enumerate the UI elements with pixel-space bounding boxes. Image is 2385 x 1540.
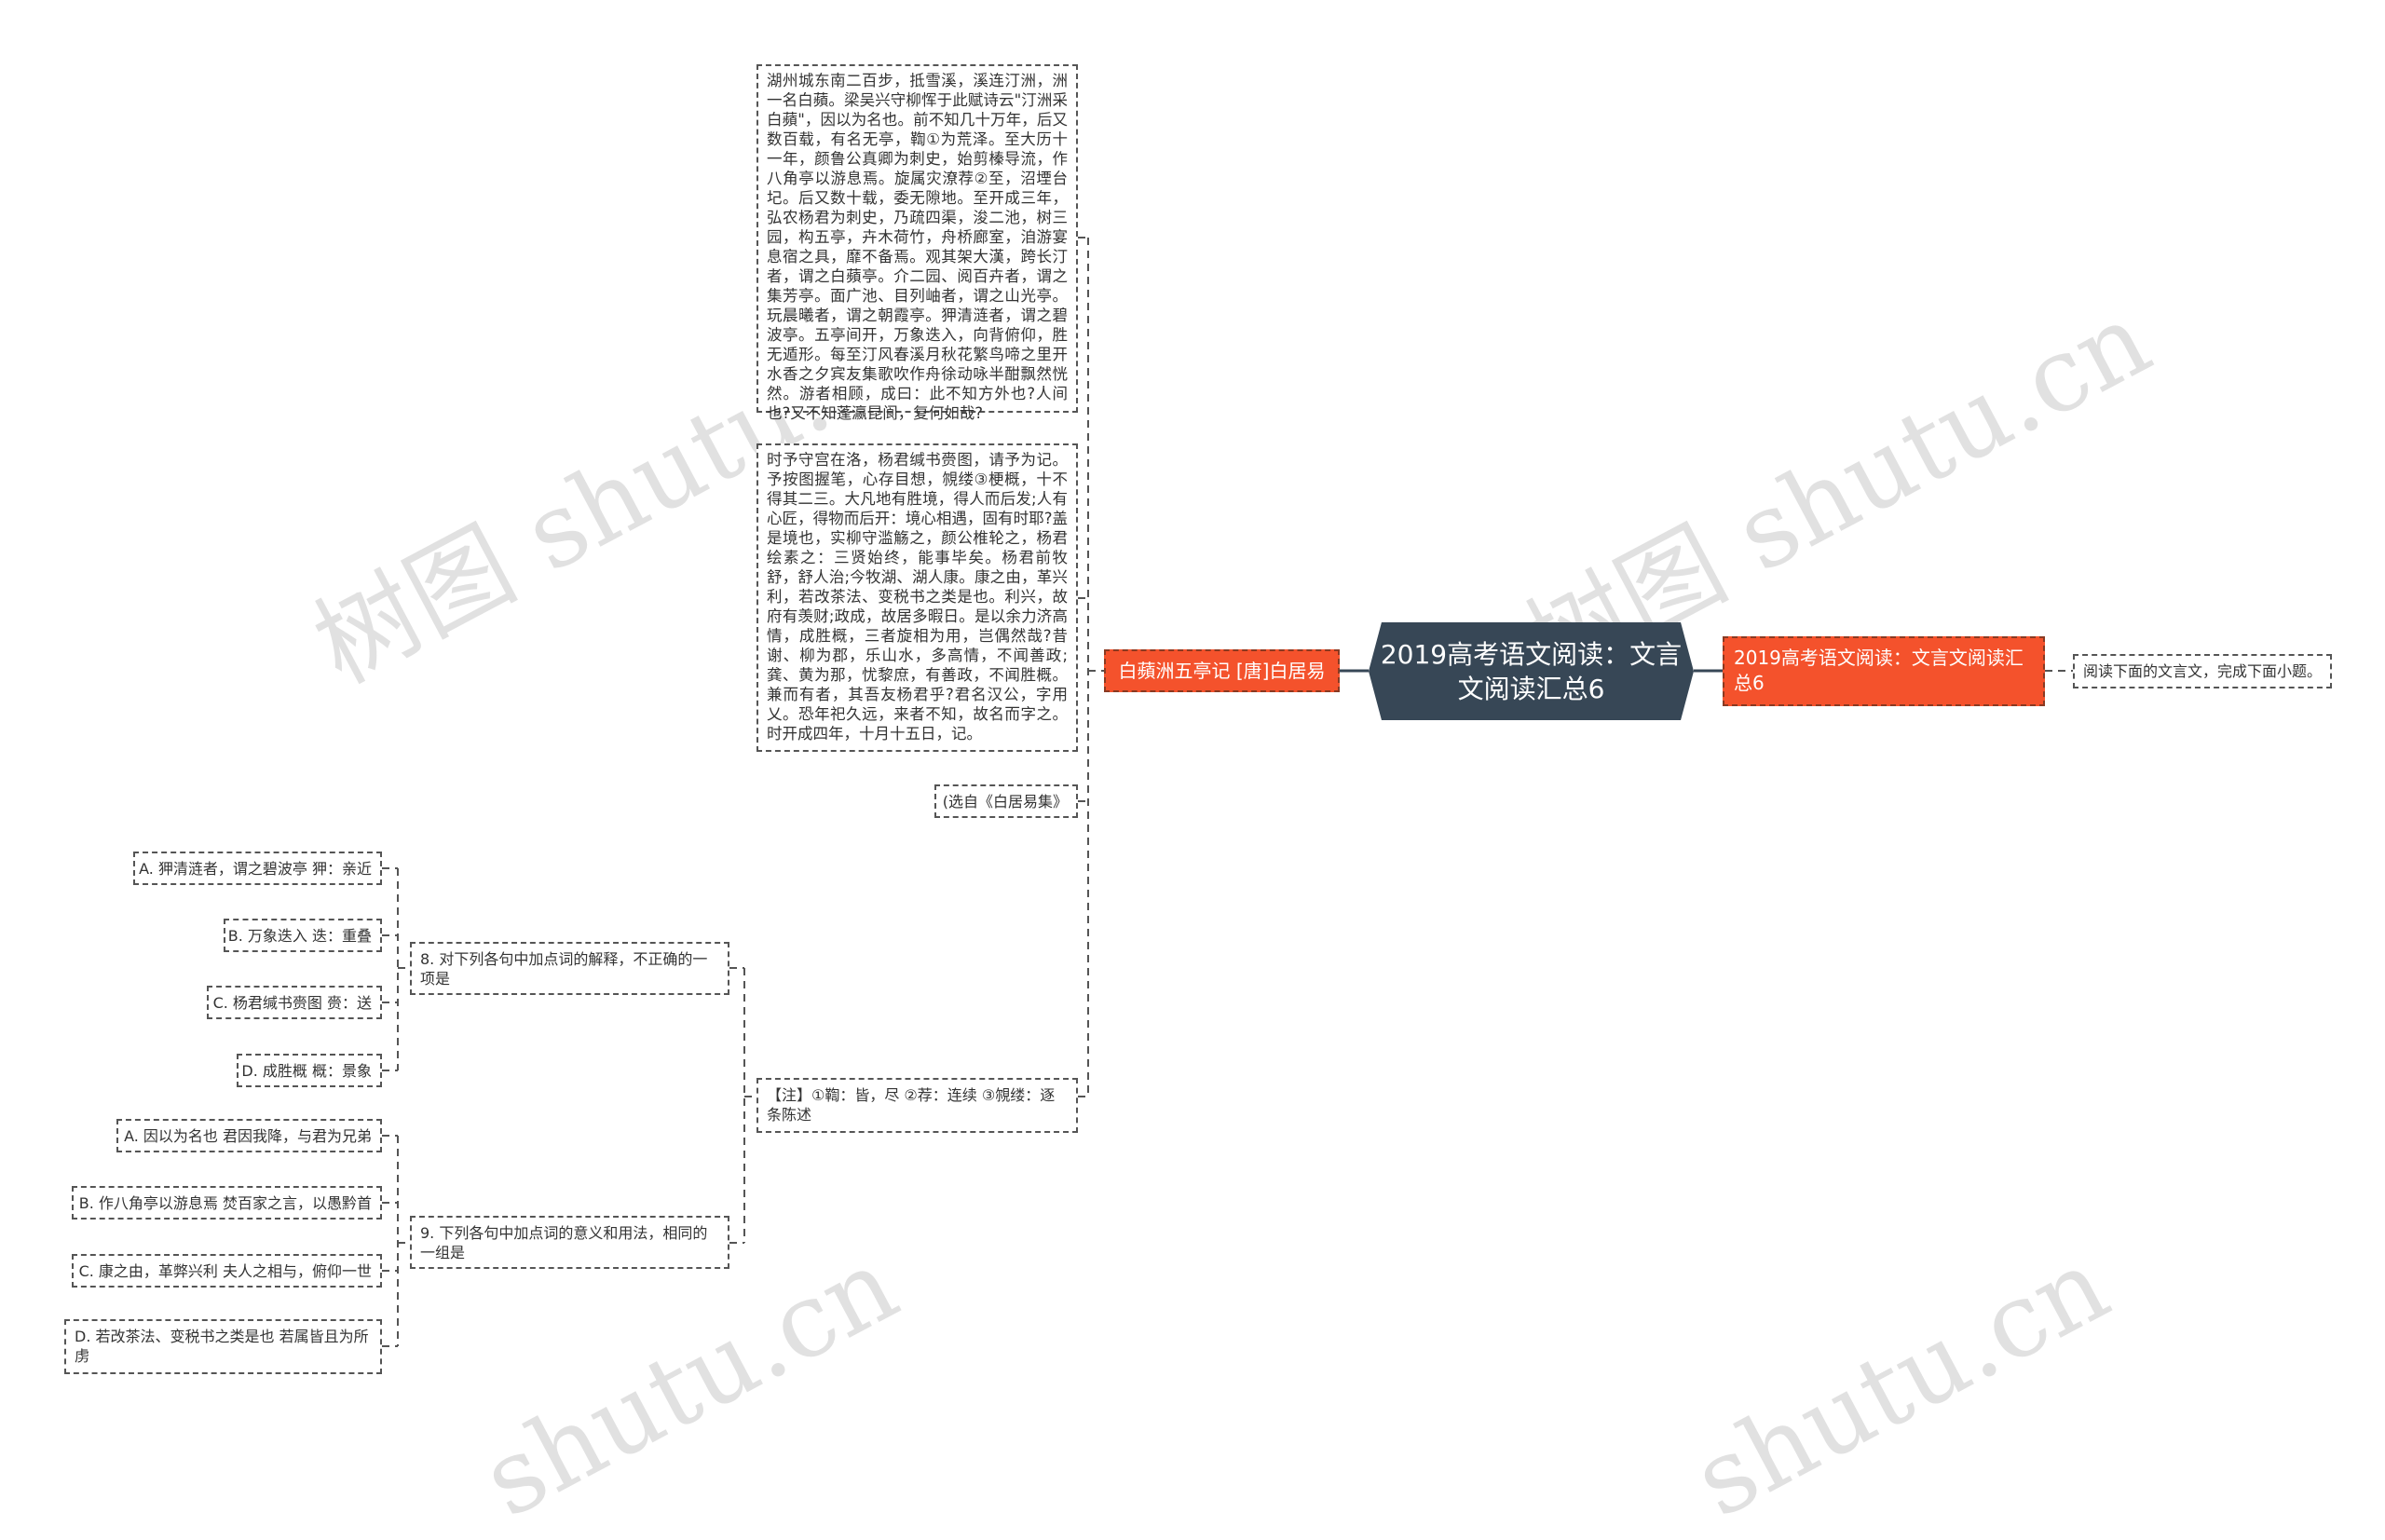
option-text: C. 康之由，革弊兴利 夫人之相与，俯仰一世: [78, 1261, 372, 1280]
option-text: B. 万象迭入 迭：重叠: [227, 926, 372, 945]
question-9-text: 9. 下列各句中加点词的意义和用法，相同的一组是: [420, 1224, 708, 1261]
instruction-text: 阅读下面的文言文，完成下面小题。: [2083, 662, 2323, 680]
question-8-text: 8. 对下列各句中加点词的解释，不正确的一项是: [420, 950, 708, 988]
right-branch-label: 2019高考语文阅读：文言文阅读汇总6: [1734, 647, 2024, 694]
q8-option-b[interactable]: B. 万象迭入 迭：重叠: [224, 919, 382, 952]
question-9-node[interactable]: 9. 下列各句中加点词的意义和用法，相同的一组是: [410, 1216, 729, 1269]
q9-option-d[interactable]: D. 若改茶法、变税书之类是也 若属皆且为所虏: [64, 1319, 382, 1374]
right-branch-node[interactable]: 2019高考语文阅读：文言文阅读汇总6: [1723, 636, 2045, 706]
q8-option-a[interactable]: A. 狎清涟者，谓之碧波亭 狎：亲近: [133, 852, 382, 885]
q9-option-c[interactable]: C. 康之由，革弊兴利 夫人之相与，俯仰一世: [72, 1254, 382, 1288]
source-node[interactable]: (选自《白居易集》: [934, 784, 1078, 818]
passage-2-node[interactable]: 时予守宫在洛，杨君缄书赍图，请予为记。予按图握笔，心存目想，覙缕③梗概，十不得其…: [756, 443, 1078, 752]
passage-1-node[interactable]: 湖州城东南二百步，抵雪溪，溪连汀洲，洲一名白蘋。梁吴兴守柳恽于此赋诗云"汀洲采白…: [756, 64, 1078, 422]
option-text: C. 杨君缄书赍图 赍：送: [212, 993, 372, 1012]
root-node[interactable]: 2019高考语文阅读：文言文阅读汇总6: [1369, 622, 1694, 720]
q8-option-c[interactable]: C. 杨君缄书赍图 赍：送: [207, 986, 382, 1019]
passage-1-text: 湖州城东南二百步，抵雪溪，溪连汀洲，洲一名白蘋。梁吴兴守柳恽于此赋诗云"汀洲采白…: [767, 72, 1068, 422]
q9-option-a[interactable]: A. 因以为名也 君因我降，与君为兄弟: [116, 1119, 382, 1152]
option-text: D. 若改茶法、变税书之类是也 若属皆且为所虏: [75, 1328, 369, 1365]
left-branch-node[interactable]: 白蘋洲五亭记 [唐]白居易: [1104, 649, 1340, 692]
left-branch-label: 白蘋洲五亭记 [唐]白居易: [1118, 659, 1326, 682]
source-text: (选自《白居易集》: [942, 792, 1068, 811]
note-text: 【注】①鞫：皆，尽 ②荐：连续 ③覙缕：逐条陈述: [767, 1086, 1056, 1124]
instruction-node[interactable]: 阅读下面的文言文，完成下面小题。: [2073, 654, 2332, 688]
passage-2-text: 时予守宫在洛，杨君缄书赍图，请予为记。予按图握笔，心存目想，覙缕③梗概，十不得其…: [767, 451, 1068, 743]
option-text: A. 因以为名也 君因我降，与君为兄弟: [124, 1126, 372, 1145]
option-text: B. 作八角亭以游息焉 焚百家之言，以愚黔首: [78, 1193, 372, 1212]
question-8-node[interactable]: 8. 对下列各句中加点词的解释，不正确的一项是: [410, 942, 729, 995]
root-title: 2019高考语文阅读：文言文阅读汇总6: [1380, 638, 1683, 704]
option-text: D. 成胜概 概：景象: [241, 1061, 372, 1080]
option-text: A. 狎清涟者，谓之碧波亭 狎：亲近: [139, 859, 372, 878]
q8-option-d[interactable]: D. 成胜概 概：景象: [237, 1054, 382, 1087]
q9-option-b[interactable]: B. 作八角亭以游息焉 焚百家之言，以愚黔首: [72, 1186, 382, 1220]
note-node[interactable]: 【注】①鞫：皆，尽 ②荐：连续 ③覙缕：逐条陈述: [756, 1078, 1078, 1133]
